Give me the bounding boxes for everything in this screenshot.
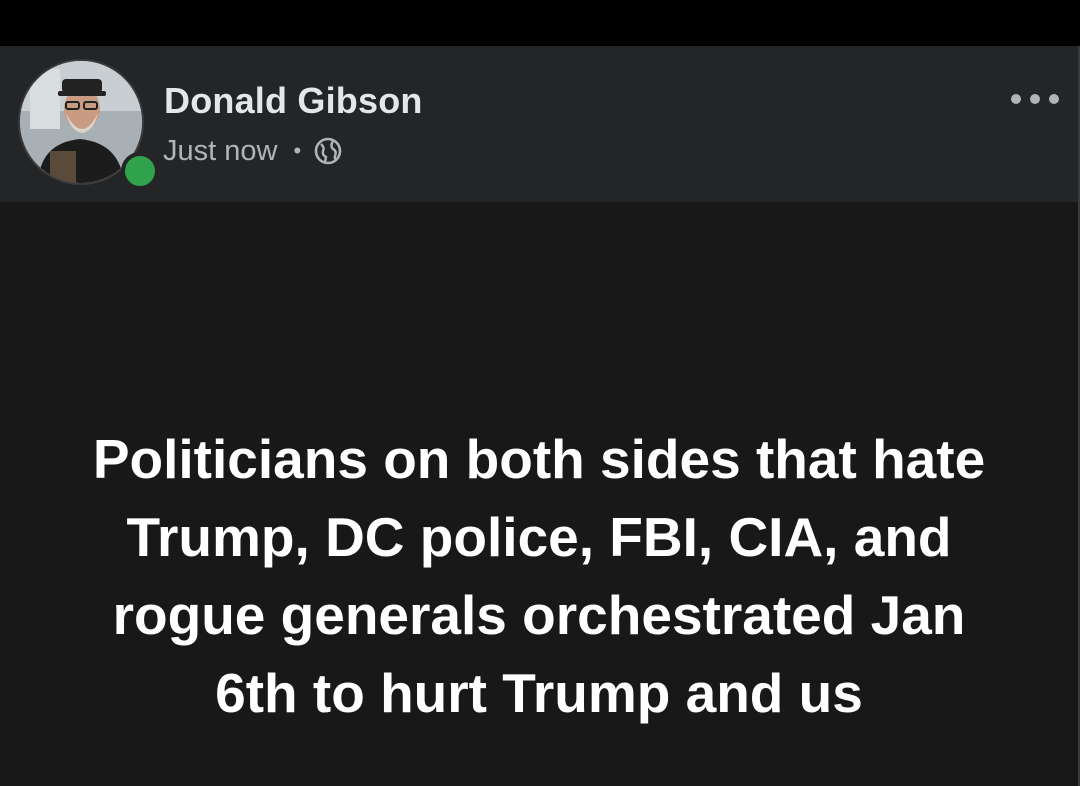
post-body: Politicians on both sides that hate Trum… <box>0 202 1078 786</box>
status-bar-area <box>0 0 1080 46</box>
post-text-line: rogue generals orchestrated Jan <box>112 584 966 646</box>
post-meta: Just now • <box>163 134 343 168</box>
online-status-indicator <box>121 152 159 190</box>
meta-separator: • <box>293 138 302 163</box>
author-name[interactable]: Donald Gibson <box>164 80 423 122</box>
avatar[interactable] <box>18 59 159 190</box>
post-card: Donald Gibson Just now • Politicians on … <box>0 46 1080 786</box>
post-text-line: Politicians on both sides that hate <box>92 428 986 490</box>
post-header: Donald Gibson Just now • <box>0 46 1078 202</box>
post-text-line: 6th to hurt Trump and us <box>215 662 863 724</box>
post-timestamp[interactable]: Just now <box>163 135 277 168</box>
post-text-line: Trump, DC police, FBI, CIA, and <box>126 506 952 568</box>
post-text: Politicians on both sides that hate Trum… <box>20 420 1058 732</box>
more-options-button[interactable] <box>1006 84 1064 114</box>
more-horizontal-icon <box>1011 94 1059 104</box>
globe-icon[interactable] <box>313 136 343 166</box>
